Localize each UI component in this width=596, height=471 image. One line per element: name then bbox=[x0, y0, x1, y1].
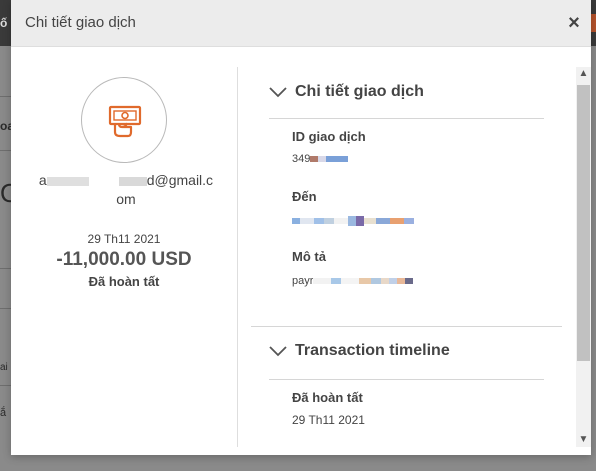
email-prefix: a bbox=[38, 172, 47, 188]
chevron-down-icon bbox=[269, 346, 287, 357]
timeline-date: 29 Th11 2021 bbox=[292, 413, 365, 427]
email-suffix: d@gmail.c bbox=[146, 172, 214, 188]
recipient-label: Đến bbox=[292, 189, 317, 204]
transaction-id-value: 349 bbox=[292, 153, 349, 165]
background-text: ai bbox=[0, 362, 8, 373]
close-button[interactable]: × bbox=[565, 12, 583, 34]
transaction-status: Đã hoàn tất bbox=[88, 274, 160, 289]
redacted-block bbox=[46, 176, 89, 186]
scroll-down-arrow-icon[interactable]: ▼ bbox=[576, 433, 591, 447]
transaction-details-panel: Chi tiết giao dịch ID giao dịch 349 Đến … bbox=[251, 47, 571, 447]
background-text: ắ bbox=[0, 407, 7, 419]
cash-payment-icon bbox=[81, 77, 167, 163]
scrollbar[interactable]: ▲ ▼ bbox=[576, 67, 591, 447]
description-value: payr bbox=[292, 275, 414, 287]
email-tail: om bbox=[116, 191, 136, 207]
details-heading: Chi tiết giao dịch bbox=[295, 83, 424, 100]
transaction-id-label: ID giao dịch bbox=[292, 129, 366, 144]
description-prefix: payr bbox=[292, 275, 314, 287]
recipient-value bbox=[292, 215, 414, 227]
transaction-detail-dialog: Chi tiết giao dịch × a d@gmail.c om 29 Th… bbox=[11, 0, 591, 455]
timeline-section-toggle[interactable]: Transaction timeline bbox=[269, 342, 450, 360]
timeline-heading: Transaction timeline bbox=[295, 342, 450, 359]
transaction-summary: a d@gmail.c om 29 Th11 2021 -11,000.00 US… bbox=[11, 47, 237, 447]
chevron-down-icon bbox=[269, 87, 287, 98]
description-label: Mô tả bbox=[292, 249, 326, 264]
transaction-id-prefix: 349 bbox=[292, 153, 311, 165]
dialog-title: Chi tiết giao dịch bbox=[25, 14, 136, 31]
scrollbar-thumb[interactable] bbox=[577, 85, 590, 361]
redacted-block bbox=[118, 176, 147, 186]
timeline-status: Đã hoàn tất bbox=[292, 390, 363, 405]
transaction-amount: -11,000.00 USD bbox=[56, 249, 192, 270]
section-separator bbox=[251, 326, 562, 327]
section-divider bbox=[269, 379, 544, 380]
panel-divider bbox=[237, 67, 238, 447]
background-text: ố bbox=[0, 16, 8, 30]
dialog-header: Chi tiết giao dịch × bbox=[11, 0, 591, 47]
transaction-date: 29 Th11 2021 bbox=[87, 232, 161, 246]
section-divider bbox=[269, 118, 544, 119]
details-section-toggle[interactable]: Chi tiết giao dịch bbox=[269, 83, 424, 101]
payer-email: a d@gmail.c om bbox=[31, 171, 221, 209]
scroll-up-arrow-icon[interactable]: ▲ bbox=[576, 67, 591, 81]
